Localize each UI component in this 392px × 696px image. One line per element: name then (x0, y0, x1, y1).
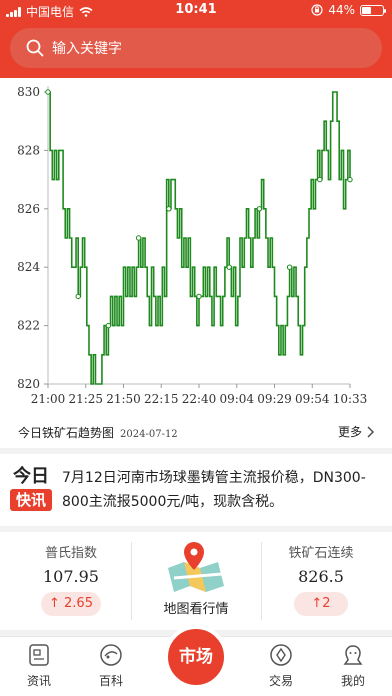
data-point (45, 89, 51, 95)
data-point (135, 235, 142, 241)
status-bar: 中国电信 10:41 44% (0, 0, 392, 22)
platts-index-tile[interactable]: 普氏指数 107.95 ↑ 2.65 (6, 532, 136, 630)
platts-index-label: 普氏指数 (44, 546, 97, 561)
tab-profile-label: 我的 (340, 674, 365, 688)
bottom-tab-bar: 资讯 百科 市场 交易 我的 (0, 625, 392, 696)
x-tick-label: 21:25 (68, 392, 103, 406)
trade-icon (270, 644, 292, 666)
tab-news-label: 资讯 (26, 674, 51, 688)
data-point (75, 293, 81, 300)
chart-title: 今日铁矿石趋势图 (18, 426, 115, 440)
news-flash[interactable]: 今日 快讯 7月12日河南市场球墨铸管主流报价稳，DN300-800主流报500… (0, 454, 392, 526)
profile-icon (343, 645, 363, 665)
iron-ore-value: 826.5 (298, 567, 344, 586)
x-tick-label: 10:33 (333, 392, 368, 406)
news-flash-badge: 今日 快讯 (10, 466, 52, 511)
x-tick-label: 09:04 (219, 392, 254, 406)
search-icon (26, 39, 44, 57)
x-tick-label: 21:00 (31, 392, 66, 406)
tab-encyclopedia[interactable]: 百科 (72, 637, 150, 696)
x-tick-label: 09:29 (257, 392, 292, 406)
search-placeholder: 输入关键字 (52, 41, 122, 57)
header: 中国电信 10:41 44% 输入关键字 (0, 0, 392, 78)
data-point (317, 176, 323, 183)
search-bar[interactable]: 输入关键字 (10, 28, 382, 68)
x-tick-label: 21:50 (106, 392, 141, 406)
tab-trade-label: 交易 (268, 674, 293, 688)
y-tick-label: 822 (17, 319, 40, 333)
tab-news[interactable]: 资讯 (0, 637, 78, 696)
tab-trade[interactable]: 交易 (242, 637, 320, 696)
data-point (226, 264, 232, 270)
news-icon (29, 644, 49, 666)
news-headline[interactable]: 7月12日河南市场球墨铸管主流报价稳，DN300-800主流报5000元/吨，现… (62, 466, 384, 514)
series-line (48, 91, 351, 385)
platts-index-change: ↑ 2.65 (41, 592, 101, 616)
map-pin-icon (168, 542, 224, 592)
badge-today: 今日 (13, 466, 49, 487)
map-market-tile[interactable]: 地图看行情 (131, 532, 261, 630)
data-point (286, 264, 293, 270)
iron-ore-label: 铁矿石连续 (288, 546, 354, 561)
trend-chart-card: 820 822 824 826 828 830 21:00 21:25 21:50 22:15 22… (0, 78, 392, 448)
more-label: 更多 (337, 425, 362, 439)
map-market-label: 地图看行情 (163, 602, 229, 617)
y-tick-label: 826 (17, 202, 40, 216)
y-tick-label: 830 (17, 85, 40, 99)
x-tick-label: 22:40 (182, 392, 217, 406)
chevron-right-icon (367, 426, 374, 437)
tab-market[interactable]: 市场 (164, 625, 228, 689)
tab-encyclopedia-label: 百科 (98, 674, 123, 688)
chart-date: 2024-07-12 (120, 429, 178, 440)
encyclopedia-icon (100, 644, 122, 666)
data-point (105, 322, 112, 329)
y-tick-label: 820 (17, 377, 40, 391)
x-tick-label: 09:54 (295, 392, 330, 406)
rotation-lock-icon (311, 4, 323, 16)
more-link[interactable]: 更多 (338, 423, 374, 440)
y-tick-label: 824 (17, 260, 40, 274)
iron-ore-change: ↑2 (294, 592, 348, 616)
battery-icon (360, 4, 386, 16)
market-tiles: 普氏指数 107.95 ↑ 2.65 地图看行情 铁矿石连续 826.5 ↑2 (0, 532, 392, 630)
data-point (347, 176, 353, 183)
y-tick-label: 828 (17, 143, 40, 157)
x-tick-label: 22:15 (144, 392, 179, 406)
data-point (166, 206, 172, 212)
badge-flash: 快讯 (10, 489, 52, 511)
platts-index-value: 107.95 (43, 567, 99, 586)
data-point (256, 206, 263, 212)
battery-percent: 44% (328, 3, 355, 17)
tab-profile[interactable]: 我的 (314, 637, 392, 696)
iron-ore-continuous-tile[interactable]: 铁矿石连续 826.5 ↑2 (256, 532, 386, 630)
price-trend-chart: 820 822 824 826 828 830 21:00 21:25 21:50 22:15 22… (17, 85, 368, 406)
data-point (196, 293, 202, 300)
